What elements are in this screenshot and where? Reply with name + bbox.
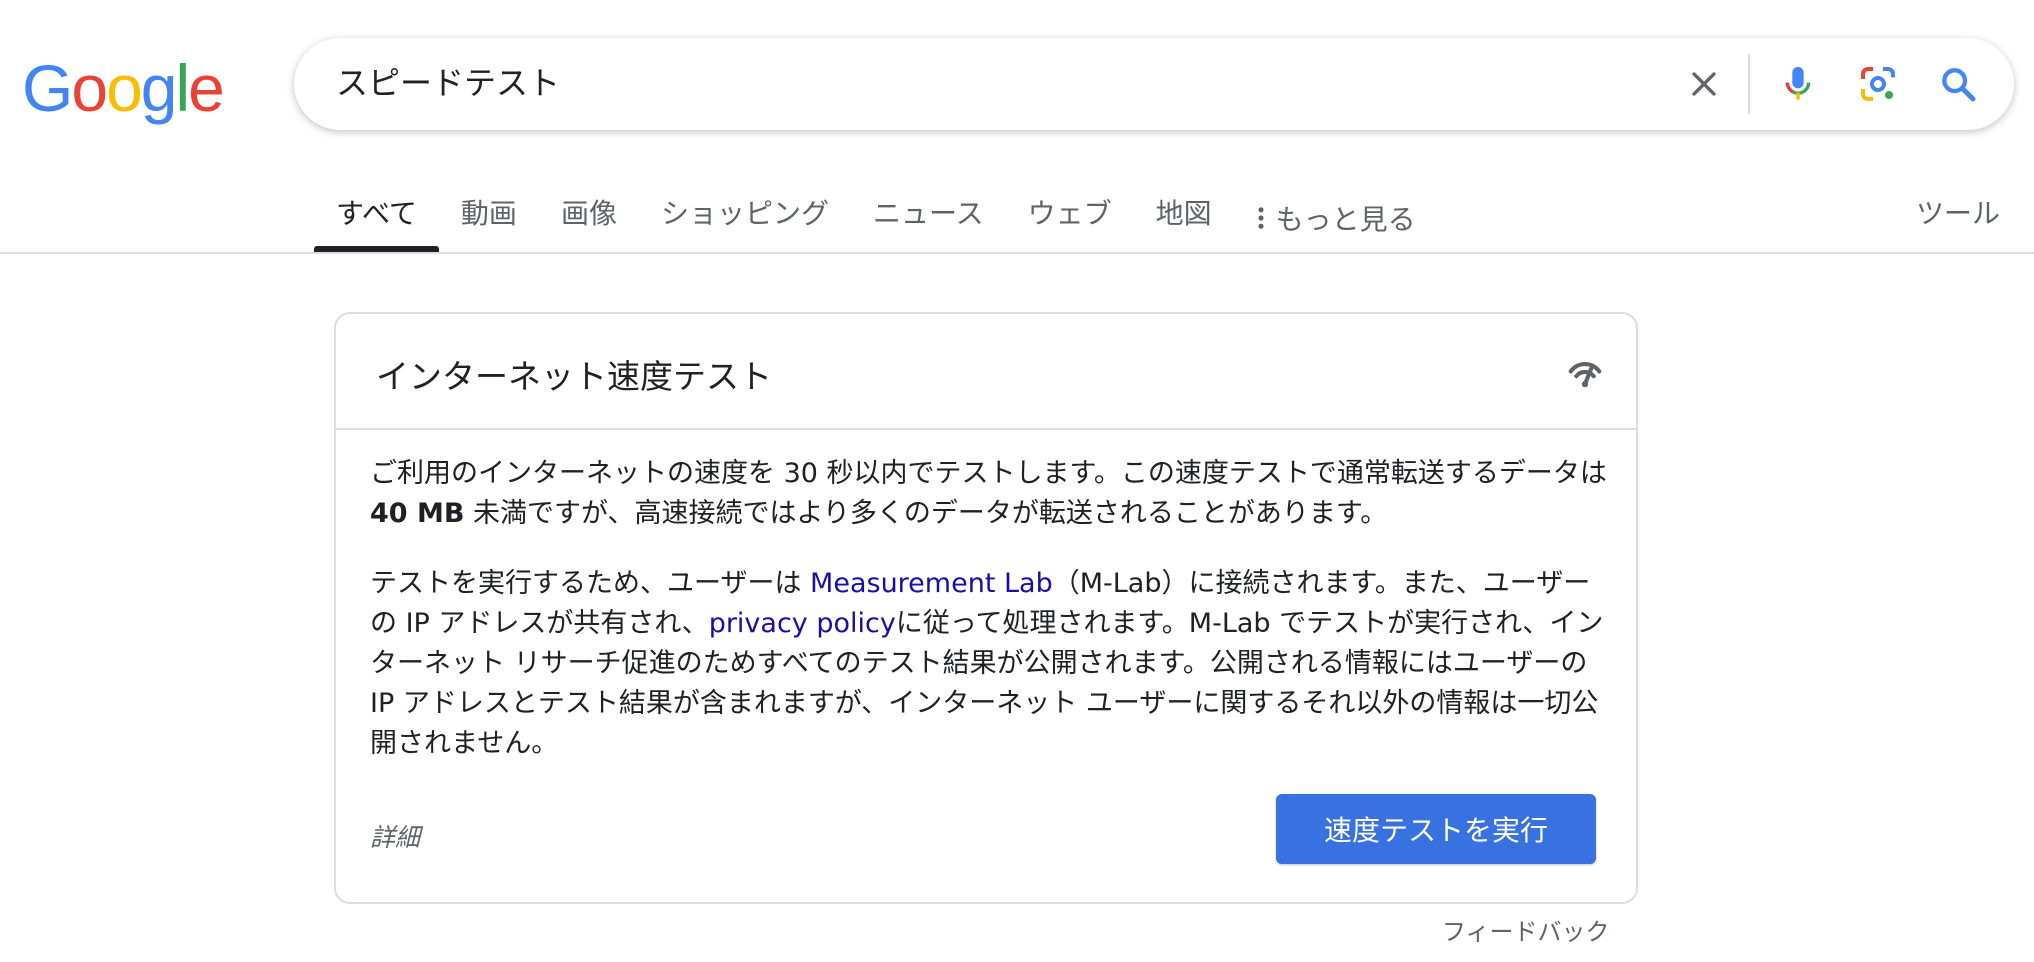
search-icon[interactable]	[1934, 60, 1982, 108]
more-vert-icon	[1258, 207, 1264, 229]
search-bar: スピードテスト	[294, 38, 2014, 130]
tab-videos[interactable]: 動画	[439, 184, 539, 244]
camera-lens-icon[interactable]	[1854, 60, 1902, 108]
logo-letter: G	[22, 51, 73, 125]
clear-icon[interactable]	[1680, 60, 1728, 108]
description-paragraph: ご利用のインターネットの速度を 30 秒以内でテストします。この速度テストで通常…	[370, 454, 1610, 534]
tabs-divider	[0, 252, 2034, 254]
tab-all[interactable]: すべて	[314, 184, 439, 252]
tab-images[interactable]: 画像	[539, 184, 639, 244]
tab-maps[interactable]: 地図	[1134, 184, 1234, 244]
card-header: インターネット速度テスト	[336, 314, 1636, 430]
details-link[interactable]: 詳細	[370, 818, 420, 854]
logo-letter: o	[106, 51, 143, 125]
speed-test-card: インターネット速度テスト ご利用のインターネットの速度を 30 秒以内でテストし…	[334, 312, 1638, 904]
feedback-link[interactable]: フィードバック	[1442, 912, 1610, 947]
text-segment: ご利用のインターネットの速度を 30 秒以内でテストします。この速度テストで通常…	[370, 458, 1607, 489]
search-input[interactable]: スピードテスト	[336, 60, 560, 106]
speed-gauge-icon	[1568, 361, 1602, 388]
text-segment: 未満ですが、高速接続ではより多くのデータが転送されることがあります。	[464, 498, 1388, 529]
tools-button[interactable]: ツール	[1916, 192, 2000, 232]
privacy-paragraph: テストを実行するため、ユーザーは Measurement Lab（M-Lab）に…	[370, 564, 1610, 764]
logo-letter: e	[188, 51, 225, 125]
logo-letter: g	[140, 51, 178, 125]
search-tabs: すべて 動画 画像 ショッピング ニュース ウェブ 地図 もっと見る	[314, 184, 1438, 252]
microphone-icon[interactable]	[1774, 60, 1822, 108]
privacy-policy-link[interactable]: privacy policy	[709, 608, 896, 639]
google-logo[interactable]: Google	[22, 40, 225, 136]
text-segment: テストを実行するため、ユーザーは	[370, 568, 811, 599]
tab-web[interactable]: ウェブ	[1006, 184, 1134, 244]
data-size: 40 MB	[370, 498, 465, 529]
tab-news[interactable]: ニュース	[851, 184, 1006, 244]
tab-more-label: もっと見る	[1275, 203, 1416, 236]
logo-letter: o	[71, 51, 108, 125]
tab-shopping[interactable]: ショッピング	[639, 184, 851, 244]
card-title: インターネット速度テスト	[376, 357, 772, 396]
search-divider	[1748, 54, 1750, 114]
tab-more[interactable]: もっと見る	[1234, 184, 1438, 244]
run-speed-test-button[interactable]: 速度テストを実行	[1276, 794, 1596, 864]
logo-letter: l	[175, 51, 191, 125]
measurement-lab-link[interactable]: Measurement Lab	[810, 568, 1053, 599]
